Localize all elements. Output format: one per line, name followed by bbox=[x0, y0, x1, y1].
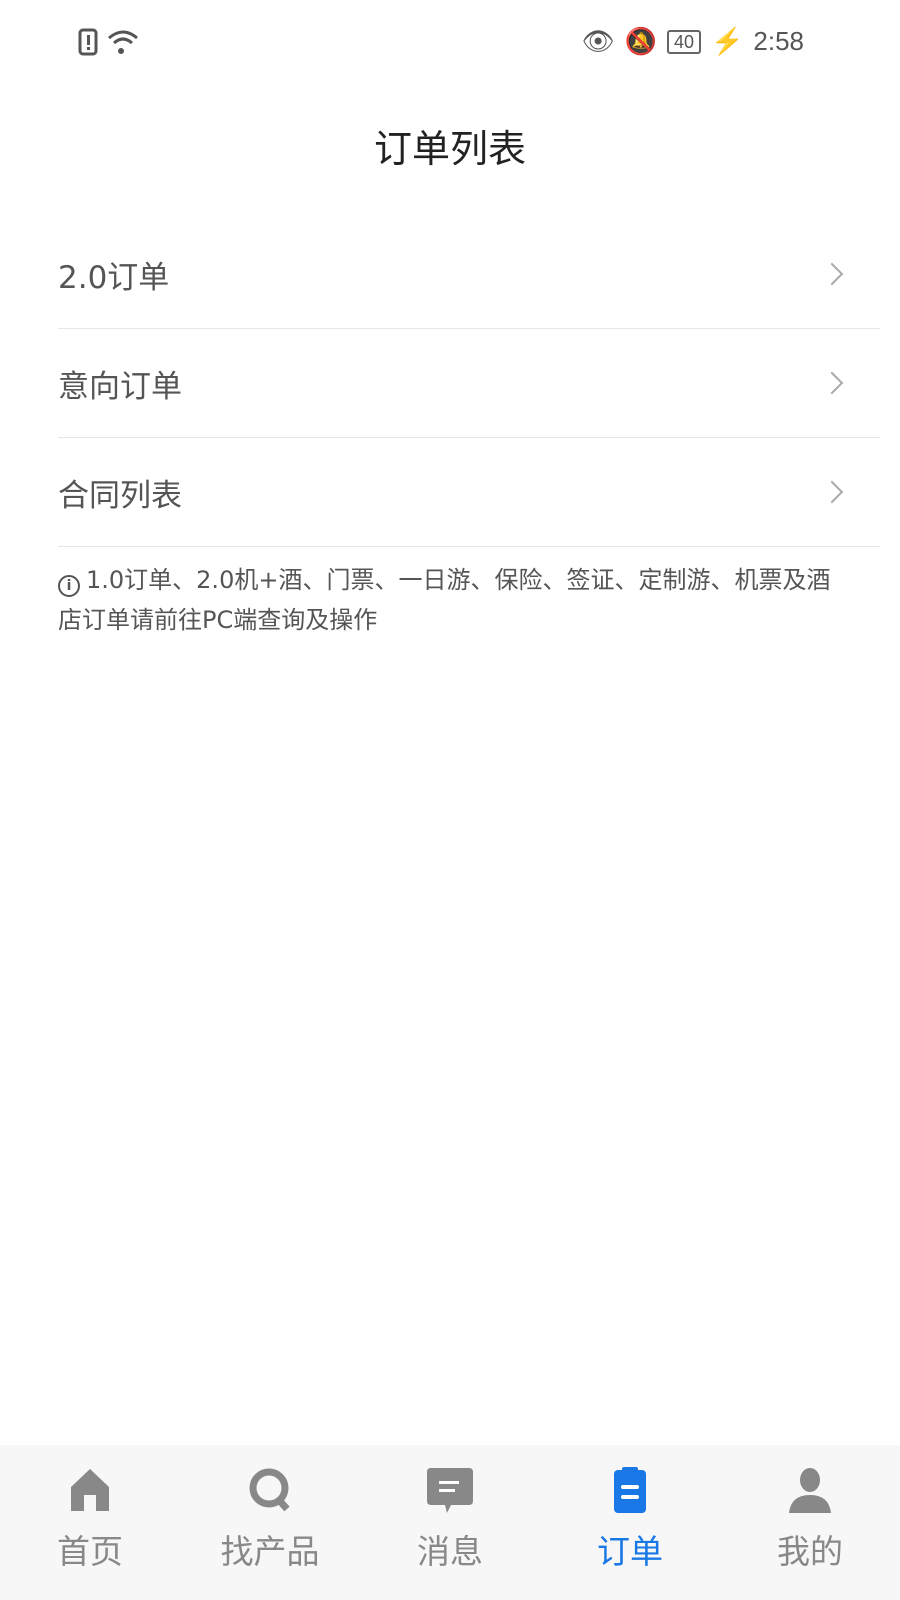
tab-messages[interactable]: 消息 bbox=[360, 1445, 540, 1600]
chevron-right-icon bbox=[820, 371, 844, 395]
tab-orders[interactable]: 订单 bbox=[540, 1445, 720, 1600]
message-icon bbox=[427, 1468, 473, 1513]
bottom-tab-bar: 首页 找产品 消息 订单 我的 bbox=[0, 1445, 900, 1600]
order-menu-list: 2.0订单 意向订单 合同列表 bbox=[58, 220, 880, 547]
status-bar: 👁 🔕 40 ⚡ 2:58 bbox=[0, 0, 900, 90]
sim-alert-icon bbox=[78, 28, 98, 56]
tab-label: 订单 bbox=[597, 1532, 663, 1571]
bell-off-icon: 🔕 bbox=[624, 26, 657, 56]
search-icon bbox=[249, 1468, 290, 1512]
tab-profile[interactable]: 我的 bbox=[720, 1445, 900, 1600]
page-title: 订单列表 bbox=[373, 127, 526, 171]
charging-icon: ⚡ bbox=[711, 26, 744, 56]
info-note: i 1.0订单、2.0机+酒、门票、一日游、保险、签证、定制游、机票及酒店订单请前… bbox=[58, 560, 848, 640]
info-note-text: 1.0订单、2.0机+酒、门票、一日游、保险、签证、定制游、机票及酒店订单请前往… bbox=[58, 566, 831, 634]
tab-find-products[interactable]: 找产品 bbox=[180, 1445, 360, 1600]
tab-label: 首页 bbox=[57, 1532, 123, 1571]
tab-label: 找产品 bbox=[220, 1532, 320, 1571]
tab-label: 消息 bbox=[417, 1532, 483, 1571]
chevron-right-icon bbox=[820, 480, 844, 504]
battery-level: 40 bbox=[666, 29, 702, 54]
user-icon bbox=[789, 1468, 831, 1513]
chevron-right-icon bbox=[820, 262, 844, 286]
list-item-label: 合同列表 bbox=[58, 477, 182, 514]
order-icon bbox=[614, 1467, 646, 1513]
list-item-label: 意向订单 bbox=[58, 368, 182, 405]
tab-home[interactable]: 首页 bbox=[0, 1445, 180, 1600]
eye-icon: 👁 bbox=[581, 26, 615, 56]
clock: 2:58 bbox=[753, 26, 804, 56]
tab-label: 我的 bbox=[777, 1532, 843, 1571]
list-item-label: 2.0订单 bbox=[58, 259, 170, 296]
wifi-icon bbox=[108, 30, 138, 54]
info-icon: i bbox=[58, 575, 80, 597]
list-item-2-0-orders[interactable]: 2.0订单 bbox=[58, 220, 880, 329]
list-item-intent-orders[interactable]: 意向订单 bbox=[58, 329, 880, 438]
list-item-contracts[interactable]: 合同列表 bbox=[58, 438, 880, 547]
home-icon bbox=[71, 1469, 109, 1511]
